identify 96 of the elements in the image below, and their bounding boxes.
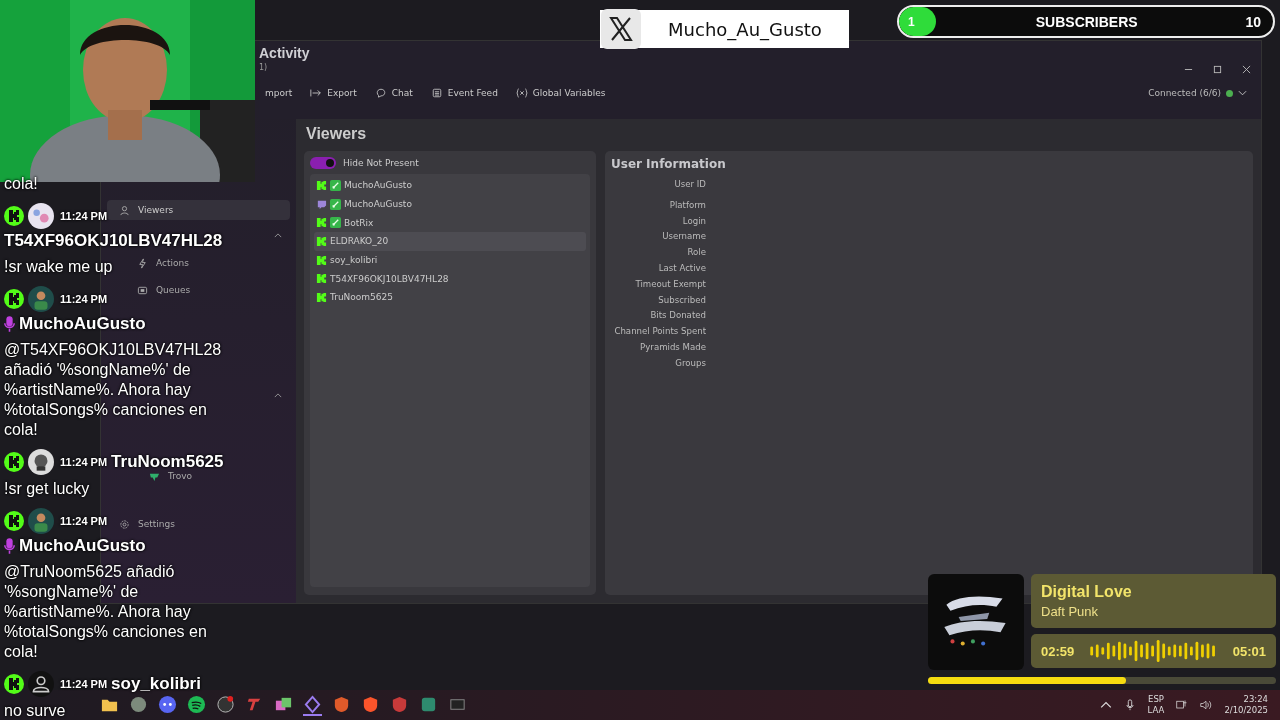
toolbar-button[interactable]: mport bbox=[259, 86, 299, 100]
toggle-switch[interactable] bbox=[310, 157, 336, 169]
settings-icon bbox=[119, 518, 130, 530]
toolbar-button[interactable]: Event Feed bbox=[424, 86, 504, 100]
kick-icon bbox=[316, 273, 327, 285]
record-icon[interactable] bbox=[216, 694, 235, 714]
avatar-icon bbox=[28, 508, 54, 534]
kick-icon bbox=[316, 179, 327, 191]
window-subtitle: 1) bbox=[259, 63, 268, 72]
window-title: Activity bbox=[259, 45, 310, 61]
viewer-row[interactable]: T54XF96OKJ10LBV47HL28 bbox=[314, 269, 586, 289]
toolbar-button[interactable]: Global Variables bbox=[509, 86, 612, 100]
message-time: 11:24 PM bbox=[60, 210, 108, 222]
field-label: Username bbox=[661, 230, 706, 244]
chat-message: !sr wake me up bbox=[4, 257, 113, 277]
collapse-caret-icon[interactable] bbox=[274, 233, 282, 238]
goal-label: SUBSCRIBERS bbox=[1034, 13, 1139, 30]
field-label: Platform bbox=[668, 198, 706, 212]
collapse-caret-icon[interactable] bbox=[274, 393, 282, 398]
queue-icon bbox=[137, 284, 148, 296]
field-label: Login bbox=[681, 214, 706, 228]
avatar-icon bbox=[28, 286, 54, 312]
chat-message: no surve bbox=[4, 701, 66, 720]
language-indicator[interactable]: ESP LAA bbox=[1147, 694, 1165, 716]
field-label: Subscribed bbox=[657, 293, 706, 307]
chat-icon bbox=[374, 88, 387, 98]
shield-app-icon[interactable] bbox=[361, 694, 380, 714]
microphone-icon[interactable] bbox=[1123, 699, 1136, 711]
field-label: Groups bbox=[674, 356, 706, 370]
elapsed-time: 02:59 bbox=[1041, 643, 1075, 659]
message-time: 11:24 PM bbox=[60, 293, 108, 305]
kick-badge-icon bbox=[4, 452, 24, 472]
toggle-label: Hide Not Present bbox=[343, 158, 419, 168]
field-label: Bits Donated bbox=[649, 309, 706, 323]
shield-app-icon[interactable] bbox=[390, 694, 409, 714]
bolt-icon bbox=[137, 257, 148, 269]
twitch-icon bbox=[316, 198, 327, 210]
message-time: 11:24 PM bbox=[60, 678, 108, 690]
chat-username: MuchoAuGusto bbox=[19, 536, 146, 556]
chat-message: @TruNoom5625 añadió '%songName%' de %artistName%. Ahora hay %totalSongs% canciones en cola! bbox=[4, 562, 208, 662]
kick-icon bbox=[316, 235, 327, 247]
kick-icon bbox=[316, 217, 327, 229]
viewer-row[interactable]: BotRix bbox=[314, 213, 586, 233]
list-icon bbox=[430, 88, 443, 98]
message-time: 11:24 PM bbox=[60, 515, 108, 527]
total-time: 05:01 bbox=[1232, 643, 1266, 659]
viewer-row[interactable]: MuchoAuGusto bbox=[314, 176, 586, 195]
field-label: Timeout Exempt bbox=[634, 277, 706, 291]
toolbar-button[interactable]: Chat bbox=[368, 86, 419, 100]
music-app-icon[interactable] bbox=[187, 694, 206, 714]
message-time: 11:24 PM bbox=[60, 456, 108, 468]
chat-message: @T54XF96OKJ10LBV47HL28 añadió '%songName%' de %artistName%. Ahora hay %totalSongs% canciones en cola! bbox=[4, 340, 223, 440]
social-handle-badge: Mucho_Au_Gusto bbox=[600, 10, 849, 48]
maximize-icon[interactable] bbox=[1213, 65, 1222, 74]
kick-badge-icon bbox=[4, 206, 24, 226]
panel-title: User Information bbox=[611, 157, 727, 171]
chat-message: !sr get lucky bbox=[4, 479, 90, 499]
field-label: Channel Points Spent bbox=[613, 325, 706, 339]
chevron-icon bbox=[1238, 90, 1247, 96]
goal-current: 1 bbox=[908, 14, 916, 29]
track-title: Digital Love bbox=[1041, 583, 1133, 601]
network-icon[interactable] bbox=[1176, 699, 1189, 711]
avatar-icon bbox=[28, 449, 54, 475]
goal-target: 10 bbox=[1245, 13, 1261, 30]
chat-username: T54XF96OKJ10LBV47HL28 bbox=[4, 231, 223, 251]
viewer-row[interactable]: ELDRAKO_20 bbox=[314, 232, 586, 251]
viewer-row[interactable]: soy_kolibri bbox=[314, 250, 586, 270]
chat-username: soy_kolibri bbox=[111, 674, 201, 694]
chevron-up-icon[interactable] bbox=[1099, 699, 1112, 711]
viewer-row[interactable]: TruNoom5625 bbox=[314, 288, 586, 307]
close-icon[interactable] bbox=[1242, 65, 1251, 74]
kick-badge-icon bbox=[4, 511, 24, 531]
kick-icon bbox=[316, 254, 327, 266]
page-title: Viewers bbox=[306, 125, 368, 143]
toolbar-button[interactable]: Export bbox=[304, 86, 363, 100]
shield-app-icon[interactable] bbox=[332, 694, 351, 714]
clock[interactable]: 23:24 2/10/2025 bbox=[1224, 694, 1268, 716]
export-icon bbox=[310, 88, 323, 98]
kick-icon bbox=[316, 291, 327, 303]
diamond-app-icon[interactable] bbox=[303, 694, 322, 716]
volume-icon[interactable] bbox=[1200, 699, 1213, 711]
viewer-row[interactable]: MuchoAuGusto bbox=[314, 194, 586, 214]
sidebar-item[interactable]: Settings bbox=[107, 514, 179, 534]
track-artist: Daft Punk bbox=[1041, 604, 1100, 619]
field-label: User ID bbox=[673, 178, 706, 191]
sidebar-item[interactable]: Viewers bbox=[107, 200, 290, 220]
kick-badge-icon bbox=[4, 289, 24, 309]
field-label: Last Active bbox=[657, 262, 706, 275]
chat-username: MuchoAuGusto bbox=[19, 314, 146, 334]
person-icon bbox=[119, 204, 130, 216]
sidebar-item[interactable]: Queues bbox=[107, 280, 195, 300]
connection-status[interactable]: Connected (6/6) bbox=[1148, 88, 1247, 98]
braces-icon bbox=[515, 88, 528, 98]
avatar-icon bbox=[28, 203, 54, 229]
field-label: Pyramids Made bbox=[639, 340, 706, 354]
field-label: Role bbox=[686, 246, 706, 260]
